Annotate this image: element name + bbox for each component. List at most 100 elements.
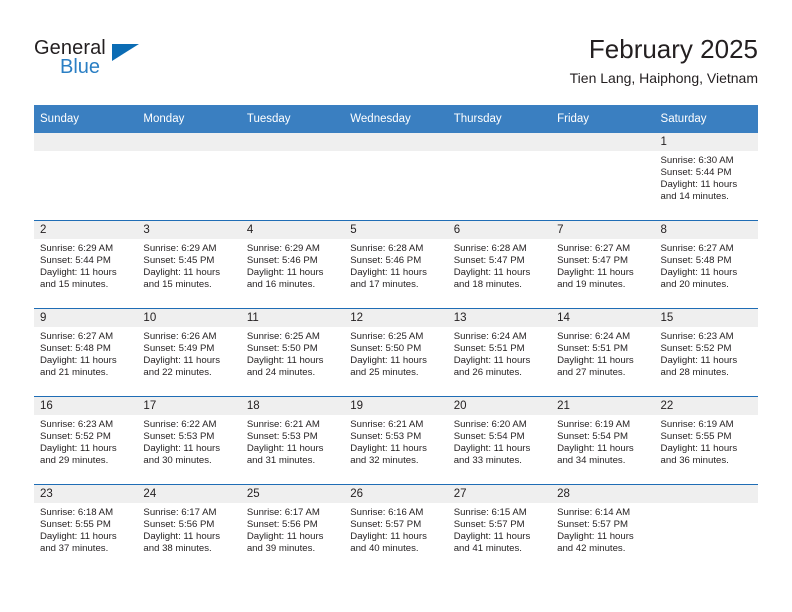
day-number xyxy=(551,133,655,151)
calendar-day-cell[interactable]: 2 Sunrise: 6:29 AM Sunset: 5:44 PM Daylight… xyxy=(34,220,138,309)
calendar-day-cell[interactable]: 23 Sunrise: 6:18 AM Sunset: 5:55 PM Dayligh… xyxy=(34,484,138,572)
daylight-text-line1: Daylight: 11 hours xyxy=(453,355,531,367)
sunset-text: Sunset: 5:44 PM xyxy=(660,167,732,179)
day-details: Sunrise: 6:25 AM Sunset: 5:50 PM Daylight:… xyxy=(241,327,344,379)
day-cell-inner xyxy=(447,133,552,220)
day-number: 5 xyxy=(344,221,448,239)
day-number: 3 xyxy=(137,221,241,239)
day-details: Sunrise: 6:18 AM Sunset: 5:55 PM Daylight:… xyxy=(34,503,137,555)
sunset-text: Sunset: 5:47 PM xyxy=(453,255,525,267)
day-cell-inner: 16 Sunrise: 6:23 AM Sunset: 5:52 PM Dayligh… xyxy=(34,397,138,484)
day-cell-inner: 4 Sunrise: 6:29 AM Sunset: 5:46 PM Daylight… xyxy=(240,221,345,308)
calendar-day-cell-empty xyxy=(447,133,552,221)
calendar-day-cell[interactable]: 16 Sunrise: 6:23 AM Sunset: 5:52 PM Dayligh… xyxy=(34,396,138,485)
calendar-day-cell[interactable]: 22 Sunrise: 6:19 AM Sunset: 5:55 PM Dayligh… xyxy=(654,396,758,485)
sunset-text: Sunset: 5:45 PM xyxy=(143,255,215,267)
day-cell-inner: 20 Sunrise: 6:20 AM Sunset: 5:54 PM Dayligh… xyxy=(447,397,552,484)
calendar-day-cell[interactable]: 19 Sunrise: 6:21 AM Sunset: 5:53 PM Dayligh… xyxy=(344,396,448,485)
sunset-text: Sunset: 5:46 PM xyxy=(246,255,318,267)
day-details: Sunrise: 6:22 AM Sunset: 5:53 PM Daylight:… xyxy=(137,415,240,467)
day-number xyxy=(344,133,448,151)
sunset-text: Sunset: 5:57 PM xyxy=(453,519,525,531)
daylight-text-line2: and 28 minutes. xyxy=(660,367,729,379)
day-details: Sunrise: 6:19 AM Sunset: 5:54 PM Daylight:… xyxy=(551,415,654,467)
daylight-text-line2: and 40 minutes. xyxy=(350,543,419,555)
sunset-text: Sunset: 5:54 PM xyxy=(453,431,525,443)
calendar-day-cell[interactable]: 15 Sunrise: 6:23 AM Sunset: 5:52 PM Dayligh… xyxy=(654,308,758,397)
day-number xyxy=(447,133,552,151)
calendar-day-cell[interactable]: 28 Sunrise: 6:14 AM Sunset: 5:57 PM Dayligh… xyxy=(551,484,655,572)
day-details: Sunrise: 6:20 AM Sunset: 5:54 PM Daylight:… xyxy=(448,415,551,467)
day-details: Sunrise: 6:16 AM Sunset: 5:57 PM Daylight:… xyxy=(344,503,447,555)
calendar-day-cell[interactable]: 6 Sunrise: 6:28 AM Sunset: 5:47 PM Daylight… xyxy=(447,220,552,309)
daylight-text-line2: and 26 minutes. xyxy=(453,367,522,379)
daylight-text-line1: Daylight: 11 hours xyxy=(40,267,117,279)
sunset-text: Sunset: 5:53 PM xyxy=(350,431,422,443)
title-block: February 2025 Tien Lang, Haiphong, Vietn… xyxy=(570,33,758,89)
day-details: Sunrise: 6:17 AM Sunset: 5:56 PM Daylight:… xyxy=(241,503,344,555)
day-cell-inner: 11 Sunrise: 6:25 AM Sunset: 5:50 PM Dayligh… xyxy=(240,309,345,396)
sunrise-text: Sunrise: 6:23 AM xyxy=(660,331,734,342)
day-cell-inner: 12 Sunrise: 6:25 AM Sunset: 5:50 PM Dayligh… xyxy=(344,309,448,396)
day-details: Sunrise: 6:27 AM Sunset: 5:48 PM Daylight:… xyxy=(34,327,137,379)
day-number: 19 xyxy=(344,397,448,415)
daylight-text-line2: and 34 minutes. xyxy=(557,455,626,467)
day-cell-inner: 21 Sunrise: 6:19 AM Sunset: 5:54 PM Dayligh… xyxy=(551,397,655,484)
calendar-day-cell[interactable]: 17 Sunrise: 6:22 AM Sunset: 5:53 PM Dayligh… xyxy=(137,396,241,485)
sunrise-text: Sunrise: 6:30 AM xyxy=(660,155,734,166)
calendar-day-cell[interactable]: 3 Sunrise: 6:29 AM Sunset: 5:45 PM Daylight… xyxy=(137,220,241,309)
sunset-text: Sunset: 5:57 PM xyxy=(350,519,422,531)
day-cell-inner: 18 Sunrise: 6:21 AM Sunset: 5:53 PM Dayligh… xyxy=(240,397,345,484)
sunrise-text: Sunrise: 6:15 AM xyxy=(453,507,527,518)
day-cell-inner: 17 Sunrise: 6:22 AM Sunset: 5:53 PM Dayligh… xyxy=(137,397,241,484)
calendar-day-cell[interactable]: 24 Sunrise: 6:17 AM Sunset: 5:56 PM Dayligh… xyxy=(137,484,241,572)
calendar-day-cell-empty xyxy=(551,133,655,221)
daylight-text-line2: and 38 minutes. xyxy=(143,543,212,555)
calendar-week-row: 23 Sunrise: 6:18 AM Sunset: 5:55 PM Dayligh… xyxy=(34,484,758,572)
calendar-day-cell[interactable]: 13 Sunrise: 6:24 AM Sunset: 5:51 PM Dayligh… xyxy=(447,308,552,397)
calendar-day-cell[interactable]: 27 Sunrise: 6:15 AM Sunset: 5:57 PM Dayligh… xyxy=(447,484,552,572)
calendar-day-cell[interactable]: 25 Sunrise: 6:17 AM Sunset: 5:56 PM Dayligh… xyxy=(240,484,345,572)
calendar-day-cell[interactable]: 10 Sunrise: 6:26 AM Sunset: 5:49 PM Dayligh… xyxy=(137,308,241,397)
daylight-text-line1: Daylight: 11 hours xyxy=(143,531,221,543)
calendar-day-cell[interactable]: 14 Sunrise: 6:24 AM Sunset: 5:51 PM Dayligh… xyxy=(551,308,655,397)
calendar-day-cell[interactable]: 20 Sunrise: 6:20 AM Sunset: 5:54 PM Dayligh… xyxy=(447,396,552,485)
weekday-header-sunday: Sunday xyxy=(34,105,138,133)
day-number: 16 xyxy=(34,397,138,415)
calendar-day-cell[interactable]: 11 Sunrise: 6:25 AM Sunset: 5:50 PM Dayligh… xyxy=(240,308,345,397)
day-cell-inner: 15 Sunrise: 6:23 AM Sunset: 5:52 PM Dayligh… xyxy=(654,309,758,396)
day-number: 12 xyxy=(344,309,448,327)
calendar-day-cell[interactable]: 12 Sunrise: 6:25 AM Sunset: 5:50 PM Dayligh… xyxy=(344,308,448,397)
day-cell-inner: 27 Sunrise: 6:15 AM Sunset: 5:57 PM Dayligh… xyxy=(447,485,552,572)
day-cell-inner: 23 Sunrise: 6:18 AM Sunset: 5:55 PM Dayligh… xyxy=(34,485,138,572)
sunset-text: Sunset: 5:50 PM xyxy=(246,343,318,355)
calendar-day-cell[interactable]: 1 Sunrise: 6:30 AM Sunset: 5:44 PM Daylight… xyxy=(654,133,758,221)
brand-logo[interactable]: General Blue xyxy=(34,37,154,89)
calendar-day-cell[interactable]: 8 Sunrise: 6:27 AM Sunset: 5:48 PM Daylight… xyxy=(654,220,758,309)
sunset-text: Sunset: 5:47 PM xyxy=(557,255,629,267)
day-details: Sunrise: 6:26 AM Sunset: 5:49 PM Daylight:… xyxy=(137,327,240,379)
day-cell-inner: 13 Sunrise: 6:24 AM Sunset: 5:51 PM Dayligh… xyxy=(447,309,552,396)
daylight-text-line1: Daylight: 11 hours xyxy=(660,355,738,367)
daylight-text-line2: and 15 minutes. xyxy=(143,279,212,291)
day-details: Sunrise: 6:29 AM Sunset: 5:44 PM Daylight:… xyxy=(34,239,137,291)
calendar-day-cell[interactable]: 5 Sunrise: 6:28 AM Sunset: 5:46 PM Daylight… xyxy=(344,220,448,309)
page-header: General Blue February 2025 Tien Lang, Ha… xyxy=(34,33,758,95)
sunrise-text: Sunrise: 6:29 AM xyxy=(246,243,320,254)
weekday-header-tuesday: Tuesday xyxy=(240,105,345,133)
day-details: Sunrise: 6:27 AM Sunset: 5:47 PM Daylight:… xyxy=(551,239,654,291)
sunset-text: Sunset: 5:52 PM xyxy=(40,431,111,443)
calendar-day-cell[interactable]: 21 Sunrise: 6:19 AM Sunset: 5:54 PM Dayligh… xyxy=(551,396,655,485)
calendar-day-cell[interactable]: 18 Sunrise: 6:21 AM Sunset: 5:53 PM Dayligh… xyxy=(240,396,345,485)
daylight-text-line1: Daylight: 11 hours xyxy=(557,531,634,543)
sunset-text: Sunset: 5:54 PM xyxy=(557,431,629,443)
calendar-day-cell[interactable]: 9 Sunrise: 6:27 AM Sunset: 5:48 PM Daylight… xyxy=(34,308,138,397)
calendar-day-cell[interactable]: 7 Sunrise: 6:27 AM Sunset: 5:47 PM Daylight… xyxy=(551,220,655,309)
daylight-text-line1: Daylight: 11 hours xyxy=(246,267,324,279)
sunrise-text: Sunrise: 6:27 AM xyxy=(557,243,631,254)
calendar-day-cell[interactable]: 4 Sunrise: 6:29 AM Sunset: 5:46 PM Daylight… xyxy=(240,220,345,309)
calendar-day-cell[interactable]: 26 Sunrise: 6:16 AM Sunset: 5:57 PM Dayligh… xyxy=(344,484,448,572)
sunrise-text: Sunrise: 6:26 AM xyxy=(143,331,217,342)
day-cell-inner: 10 Sunrise: 6:26 AM Sunset: 5:49 PM Dayligh… xyxy=(137,309,241,396)
sunrise-text: Sunrise: 6:17 AM xyxy=(246,507,320,518)
